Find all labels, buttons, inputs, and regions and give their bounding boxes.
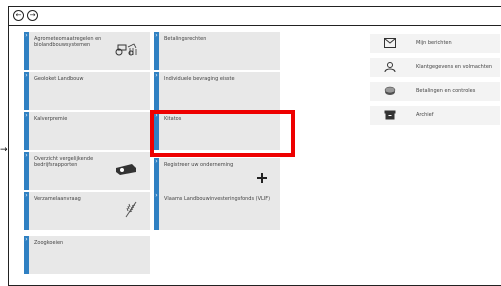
wheat-icon — [125, 201, 137, 218]
tile-label: Verzamelaanvraag — [34, 196, 81, 202]
envelope-icon — [384, 38, 396, 48]
side-item-label: Klantgegevens en volmachten — [416, 64, 493, 70]
top-nav-bar: ← → — [9, 7, 501, 26]
highlight-box — [150, 110, 295, 157]
tile-label: Zoogkoeien — [34, 240, 64, 246]
tile-label: Overzicht vergelijkende bedrijfsrapporte… — [34, 156, 94, 168]
tile-registreer-onderneming[interactable]: Registreer uw onderneming — [154, 158, 280, 196]
tile-chevron-icon — [24, 32, 29, 70]
forward-icon: → — [29, 11, 36, 19]
tile-label: Individuele bevraging eisste — [164, 76, 235, 82]
tile-verzamelaanvraag[interactable]: Verzamelaanvraag — [24, 192, 150, 230]
back-icon: ← — [15, 11, 22, 19]
tile-betalingsrechten[interactable]: Betalingsrechten — [154, 32, 280, 70]
side-item-archief[interactable]: Archief — [370, 106, 500, 125]
forward-button[interactable]: → — [27, 10, 38, 21]
tile-chevron-icon — [154, 158, 159, 196]
plus-icon — [257, 173, 267, 183]
tile-label: Agrometeomaatregelen en biolandbouwsyste… — [34, 36, 102, 48]
tile-zoogkoeien[interactable]: Zoogkoeien — [24, 236, 150, 274]
side-item-klantgegevens[interactable]: Klantgegevens en volmachten — [370, 58, 500, 77]
tile-chevron-icon — [24, 152, 29, 190]
tile-chevron-icon — [154, 32, 159, 70]
side-item-betalingen[interactable]: Betalingen en controles — [370, 82, 500, 101]
tile-bedrijfsrapporten[interactable]: Overzicht vergelijkende bedrijfsrapporte… — [24, 152, 150, 190]
tile-chevron-icon — [154, 72, 159, 110]
tile-label: Registreer uw onderneming — [164, 162, 234, 168]
archive-icon — [384, 110, 396, 120]
tile-chevron-icon — [154, 192, 159, 230]
coins-icon — [384, 86, 396, 95]
projector-icon — [116, 164, 136, 175]
back-button[interactable]: ← — [13, 10, 24, 21]
tractor-icon — [115, 43, 137, 56]
side-item-label: Betalingen en controles — [416, 88, 476, 94]
tile-chevron-icon — [24, 236, 29, 274]
tile-label: Betalingsrechten — [164, 36, 207, 42]
user-icon — [384, 62, 396, 72]
side-item-label: Archief — [416, 112, 434, 118]
side-item-berichten[interactable]: Mijn berichten — [370, 34, 500, 53]
tile-label: Geoloket Landbouw — [34, 76, 84, 82]
tile-vlif[interactable]: Vlaams Landbouwinvesteringsfonds (VLIF) — [154, 192, 280, 230]
tile-chevron-icon — [24, 112, 29, 150]
tile-chevron-icon — [24, 72, 29, 110]
tile-chevron-icon — [24, 192, 29, 230]
tile-agromilieu[interactable]: Agrometeomaatregelen en biolandbouwsyste… — [24, 32, 150, 70]
tile-kalverpremie[interactable]: Kalverpremie — [24, 112, 150, 150]
side-item-label: Mijn berichten — [416, 40, 452, 46]
tile-label: Kalverpremie — [34, 116, 68, 122]
tile-label: Vlaams Landbouwinvesteringsfonds (VLIF) — [164, 196, 271, 202]
tile-geoloket[interactable]: Geoloket Landbouw — [24, 72, 150, 110]
tile-individuele-bevraging[interactable]: Individuele bevraging eisste — [154, 72, 280, 110]
annotation-arrow-icon: → — [0, 145, 8, 155]
